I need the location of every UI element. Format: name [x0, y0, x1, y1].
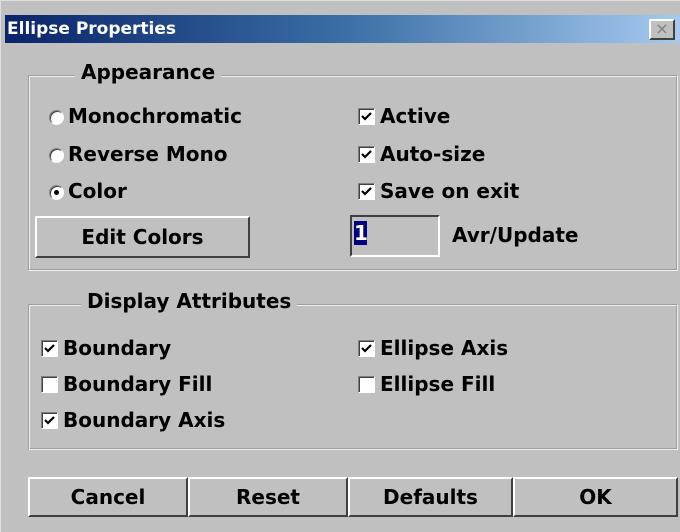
check-boundary-fill-box[interactable] — [41, 376, 58, 393]
check-save-on-exit-label: Save on exit — [380, 179, 520, 203]
ok-label: OK — [579, 485, 612, 509]
checkmark-icon — [361, 112, 372, 121]
check-boundary-axis-label: Boundary Axis — [63, 408, 226, 432]
check-boundary-fill-label: Boundary Fill — [63, 372, 213, 396]
edit-colors-button[interactable]: Edit Colors — [35, 216, 250, 258]
checkmark-icon — [361, 150, 372, 159]
checkmark-icon — [361, 187, 372, 196]
display-attributes-legend: Display Attributes — [81, 289, 298, 313]
check-ellipse-fill-box[interactable] — [358, 376, 375, 393]
radio-reverse-mono-label: Reverse Mono — [68, 142, 228, 166]
close-icon: × — [655, 19, 669, 38]
checkmark-icon — [44, 416, 55, 425]
edit-colors-label: Edit Colors — [81, 225, 204, 249]
defaults-button[interactable]: Defaults — [348, 477, 513, 517]
close-button[interactable]: × — [649, 19, 675, 40]
check-ellipse-fill-label: Ellipse Fill — [380, 372, 496, 396]
cancel-button[interactable]: Cancel — [28, 477, 188, 517]
check-save-on-exit-box[interactable] — [358, 183, 375, 200]
check-ellipse-axis-box[interactable] — [358, 340, 375, 357]
reset-label: Reset — [236, 485, 300, 509]
check-boundary-label: Boundary — [63, 336, 172, 360]
radio-reverse-mono-button[interactable] — [49, 148, 64, 163]
title-bar: Ellipse Properties — [5, 15, 680, 43]
radio-color-label: Color — [68, 179, 127, 203]
avr-update-value[interactable]: 1 — [354, 221, 368, 245]
check-boundary-box[interactable] — [41, 340, 58, 357]
radio-monochromatic-button[interactable] — [49, 110, 64, 125]
ellipse-properties-dialog: Ellipse Properties × Appearance Monochro… — [0, 0, 680, 532]
check-active-label: Active — [380, 104, 451, 128]
check-auto-size-label: Auto-size — [380, 142, 486, 166]
avr-update-label: Avr/Update — [452, 223, 579, 247]
cancel-label: Cancel — [70, 485, 146, 509]
defaults-label: Defaults — [383, 485, 478, 509]
radio-monochromatic-label: Monochromatic — [68, 104, 242, 128]
reset-button[interactable]: Reset — [188, 477, 348, 517]
appearance-legend: Appearance — [75, 60, 222, 84]
checkmark-icon — [44, 344, 55, 353]
window-title: Ellipse Properties — [7, 19, 177, 39]
check-auto-size-box[interactable] — [358, 146, 375, 163]
avr-update-input[interactable]: 1 — [350, 215, 440, 257]
radio-color-button[interactable] — [49, 185, 64, 200]
check-boundary-axis-box[interactable] — [41, 412, 58, 429]
checkmark-icon — [361, 344, 372, 353]
check-active-box[interactable] — [358, 108, 375, 125]
ok-button[interactable]: OK — [513, 477, 678, 517]
check-ellipse-axis-label: Ellipse Axis — [380, 336, 509, 360]
